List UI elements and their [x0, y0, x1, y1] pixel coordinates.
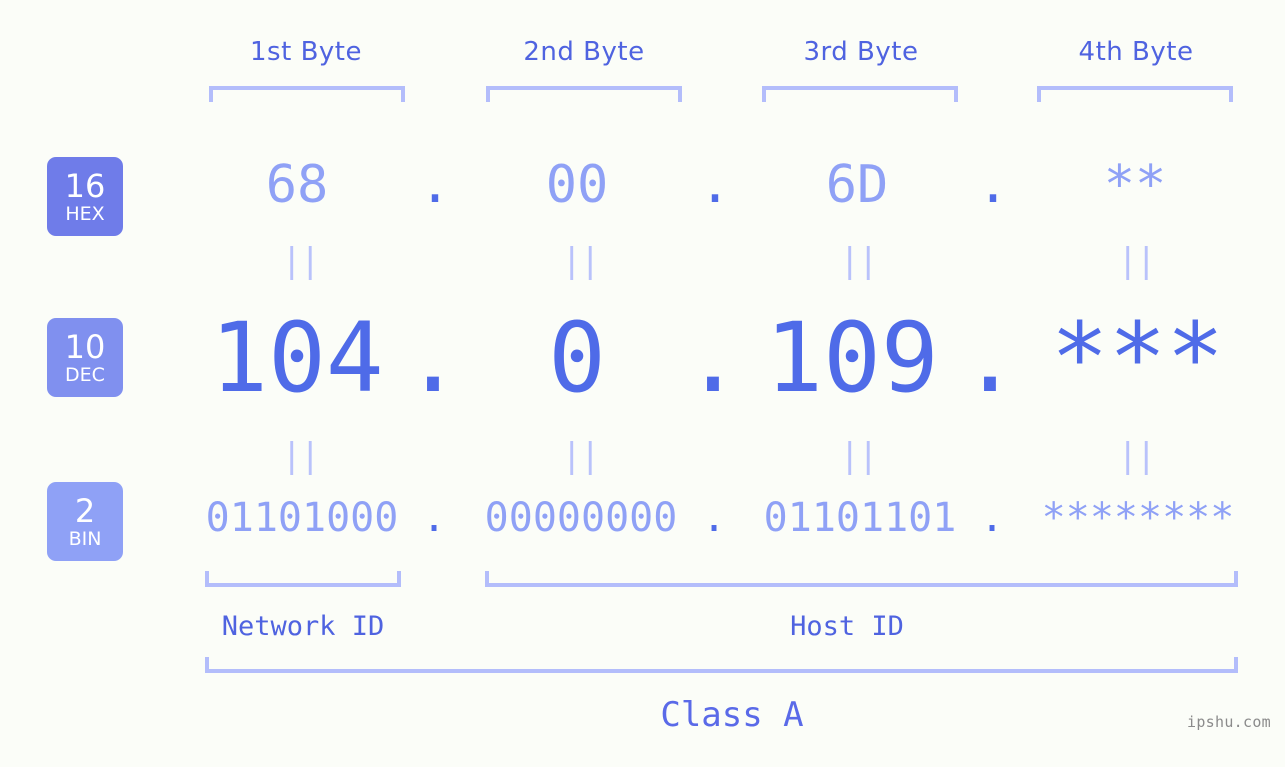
radix-badge-hex-number: 16	[64, 166, 106, 205]
hex-separator-3: .	[977, 155, 1009, 215]
byte-header-4: 4th Byte	[1078, 37, 1194, 67]
dec-value-byte-4: ***	[1050, 302, 1225, 414]
equals-marker-dec-bin-1: ||	[281, 436, 321, 476]
hex-value-byte-3: 6D	[825, 155, 889, 215]
class-label: Class A	[660, 695, 804, 735]
byte-header-1: 1st Byte	[250, 37, 362, 67]
radix-badge-dec: 10 DEC	[47, 318, 123, 397]
dec-separator-1: .	[404, 302, 462, 414]
dec-separator-3: .	[961, 302, 1019, 414]
equals-marker-dec-bin-2: ||	[561, 436, 601, 476]
hex-separator-1: .	[419, 155, 451, 215]
byte-bracket-1	[209, 86, 405, 102]
ip-byte-breakdown-diagram: 1st Byte 2nd Byte 3rd Byte 4th Byte 16 H…	[0, 0, 1285, 767]
equals-marker-hex-dec-4: ||	[1117, 241, 1157, 281]
network-id-bracket	[205, 571, 401, 587]
bin-value-byte-2: 00000000	[484, 495, 678, 541]
host-id-label: Host ID	[790, 611, 904, 642]
radix-badge-bin-system: BIN	[68, 527, 102, 550]
dec-separator-2: .	[684, 302, 742, 414]
byte-bracket-2	[486, 86, 682, 102]
site-watermark: ipshu.com	[1187, 713, 1271, 731]
radix-badge-bin-number: 2	[74, 491, 96, 530]
equals-marker-dec-bin-3: ||	[839, 436, 879, 476]
network-id-label: Network ID	[221, 611, 385, 642]
bin-separator-2: .	[701, 495, 727, 541]
equals-marker-hex-dec-3: ||	[839, 241, 879, 281]
equals-marker-hex-dec-1: ||	[281, 241, 321, 281]
radix-badge-bin: 2 BIN	[47, 482, 123, 561]
dec-value-byte-2: 0	[548, 302, 606, 414]
dec-value-byte-1: 104	[210, 302, 384, 414]
class-bracket	[205, 657, 1238, 673]
byte-bracket-4	[1037, 86, 1233, 102]
radix-badge-dec-system: DEC	[65, 363, 105, 386]
radix-badge-dec-number: 10	[64, 327, 106, 366]
hex-value-byte-2: 00	[545, 155, 609, 215]
equals-marker-hex-dec-2: ||	[561, 241, 601, 281]
byte-header-3: 3rd Byte	[803, 37, 919, 67]
radix-badge-hex-system: HEX	[65, 202, 105, 225]
bin-value-byte-4: ********	[1041, 495, 1235, 541]
bin-value-byte-3: 01101101	[763, 495, 957, 541]
hex-value-byte-1: 68	[265, 155, 329, 215]
bin-separator-3: .	[979, 495, 1005, 541]
equals-marker-dec-bin-4: ||	[1117, 436, 1157, 476]
radix-badge-hex: 16 HEX	[47, 157, 123, 236]
byte-bracket-3	[762, 86, 958, 102]
byte-header-2: 2nd Byte	[523, 37, 645, 67]
dec-value-byte-3: 109	[765, 302, 939, 414]
hex-value-byte-4: **	[1103, 155, 1167, 215]
bin-value-byte-1: 01101000	[205, 495, 399, 541]
hex-separator-2: .	[699, 155, 731, 215]
bin-separator-1: .	[421, 495, 447, 541]
host-id-bracket	[485, 571, 1238, 587]
